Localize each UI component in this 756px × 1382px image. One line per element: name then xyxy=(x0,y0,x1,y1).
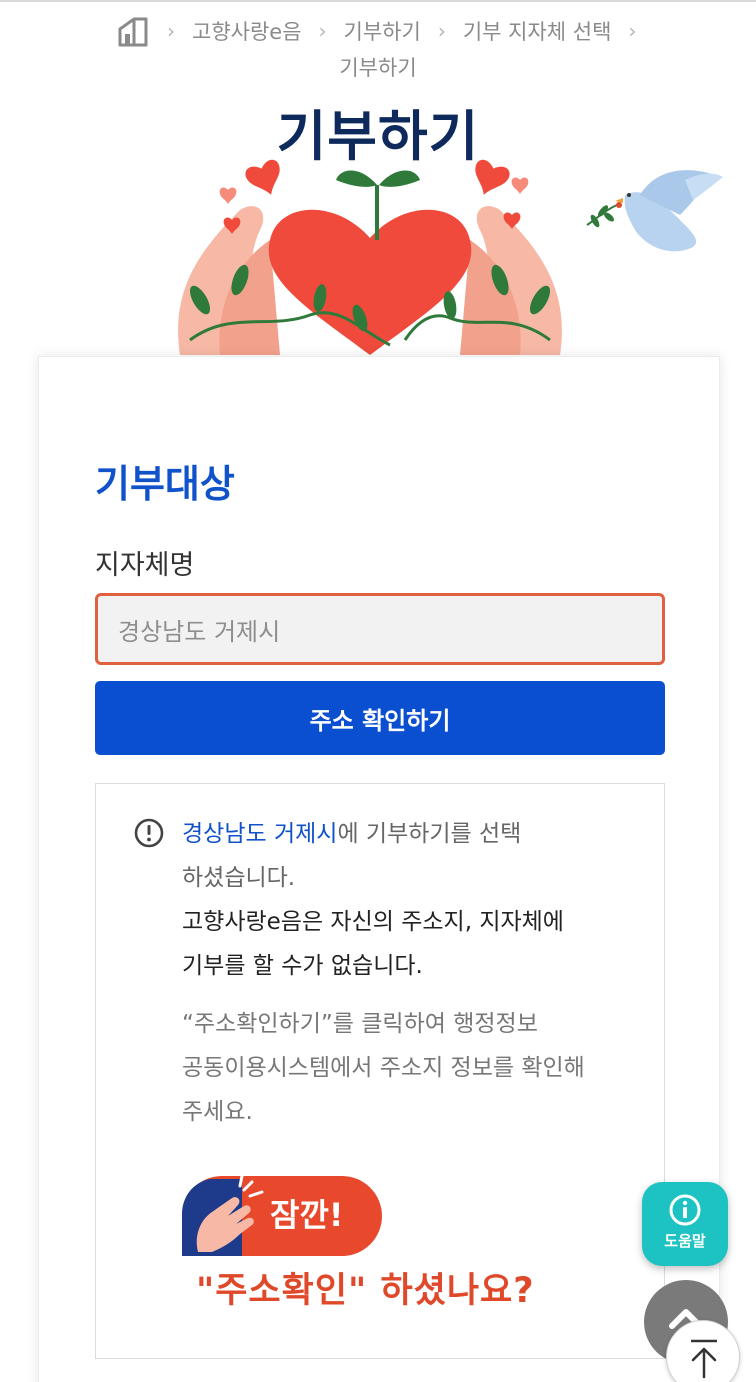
home-icon[interactable] xyxy=(116,14,150,48)
region-field-label: 지자체명 xyxy=(95,550,195,581)
help-button-label: 도움말 xyxy=(664,1232,706,1250)
breadcrumb-row: › 고향사랑e음 › 기부하기 › 기부 지자체 선택 › xyxy=(116,14,653,48)
dove-illustration xyxy=(586,170,723,252)
arrow-up-icon xyxy=(691,1339,717,1379)
wait-banner: 잠깐! xyxy=(182,1176,382,1256)
region-field[interactable] xyxy=(95,593,665,665)
heart-hands-illustration xyxy=(178,159,562,355)
breadcrumb: › 고향사랑e음 › 기부하기 › 기부 지자체 선택 › 기부하기 xyxy=(0,8,756,88)
section-title: 기부대상 xyxy=(95,462,235,506)
chevron-right-icon: › xyxy=(437,19,446,43)
donation-target-card: 기부대상 지자체명 주소 확인하기 경상남도 거제시에 기부하기를 선택 하셨습… xyxy=(38,356,720,1382)
chevron-right-icon: › xyxy=(628,19,637,43)
chevron-right-icon: › xyxy=(167,19,175,43)
wait-banner-text: 잠깐! xyxy=(270,1196,344,1234)
instruction-line3: 주세요. xyxy=(182,1099,253,1125)
notice-box: 경상남도 거제시에 기부하기를 선택 하셨습니다. 고향사랑e음은 자신의 주소… xyxy=(95,783,665,1359)
notice-message: 경상남도 거제시에 기부하기를 선택 하셨습니다. 고향사랑e음은 자신의 주소… xyxy=(182,812,642,988)
breadcrumb-current: 기부하기 xyxy=(339,56,417,80)
help-button[interactable]: 도움말 xyxy=(642,1182,728,1266)
exclamation-circle-icon xyxy=(134,818,164,848)
notice-line4: 기부를 할 수가 없습니다. xyxy=(182,953,423,979)
scroll-top-button[interactable] xyxy=(666,1320,740,1382)
instruction-line1: “주소확인하기”를 클릭하여 행정정보 xyxy=(182,1011,538,1037)
notice-instruction: “주소확인하기”를 클릭하여 행정정보 공동이용시스템에서 주소지 정보를 확인… xyxy=(182,1002,642,1134)
notice-line1: 에 기부하기를 선택 xyxy=(337,821,522,847)
selected-region-highlight: 경상남도 거제시 xyxy=(182,821,338,847)
address-check-question: "주소확인" 하셨나요? xyxy=(196,1271,535,1311)
notice-line2: 하셨습니다. xyxy=(182,865,296,891)
breadcrumb-item[interactable]: 기부하기 xyxy=(344,16,421,46)
instruction-line2: 공동이용시스템에서 주소지 정보를 확인해 xyxy=(182,1055,585,1081)
confirm-address-button[interactable]: 주소 확인하기 xyxy=(95,681,665,755)
breadcrumb-item[interactable]: 고향사랑e음 xyxy=(192,16,302,46)
info-icon xyxy=(669,1194,701,1226)
chevron-right-icon: › xyxy=(318,19,327,43)
breadcrumb-item[interactable]: 기부 지자체 선택 xyxy=(463,16,612,46)
notice-line3: 고향사랑e음은 자신의 주소지, 지자체에 xyxy=(182,909,564,935)
top-divider xyxy=(0,0,756,2)
